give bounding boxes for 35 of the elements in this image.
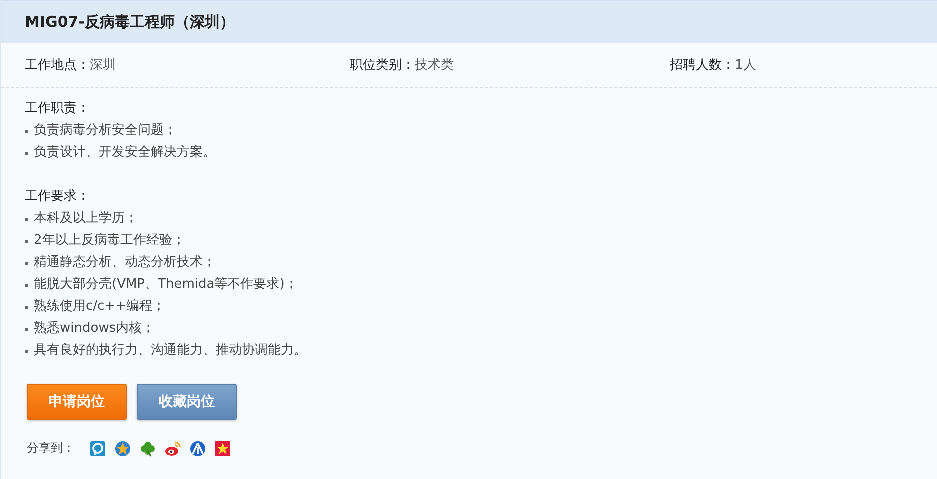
list-item: 熟悉windows内核； [34,320,156,338]
bullet-icon [25,130,28,132]
list-item: 负责设计、开发安全解决方案。 [34,144,216,162]
section-heading: 工作职责： [25,100,91,118]
bullet-icon [25,306,28,308]
field-label: 招聘人数： [670,58,735,73]
list-item: 具有良好的执行力、沟通能力、推动协调能力。 [34,342,307,360]
bullet-icon [25,328,28,330]
field-value: 1人 [735,58,756,73]
list-item: 本科及以上学历； [34,210,138,228]
share-label: 分享到： [27,440,75,457]
save-button[interactable]: 收藏岗位 [137,384,237,420]
eye-icon[interactable] [165,440,181,456]
list-item: 2年以上反病毒工作经验； [34,232,186,250]
list-item: 精通静态分析、动态分析技术； [34,254,216,272]
field-value: 技术类 [415,58,454,73]
clover-icon[interactable] [140,440,156,456]
field-label: 工作地点： [25,58,90,73]
compass-icon[interactable] [190,440,206,456]
job-title: MIG07-反病毒工程师（深圳） [25,12,235,32]
bullet-icon [25,350,28,352]
field-label: 职位类别： [350,58,415,73]
star-icon[interactable] [115,440,131,456]
bullet-icon [25,240,28,242]
bullet-icon [25,152,28,154]
section-heading: 工作要求： [25,188,91,206]
ring-icon[interactable] [90,440,106,456]
bullet-icon [25,218,28,220]
bullet-icon [25,284,28,286]
bullet-icon [25,262,28,264]
field-value: 深圳 [90,58,116,73]
list-item: 负责病毒分析安全问题； [34,122,177,140]
list-item: 熟练使用c/c++编程； [34,298,166,316]
list-item: 能脱大部分壳(VMP、Themida等不作要求)； [34,276,298,294]
apply-button[interactable]: 申请岗位 [27,384,127,420]
